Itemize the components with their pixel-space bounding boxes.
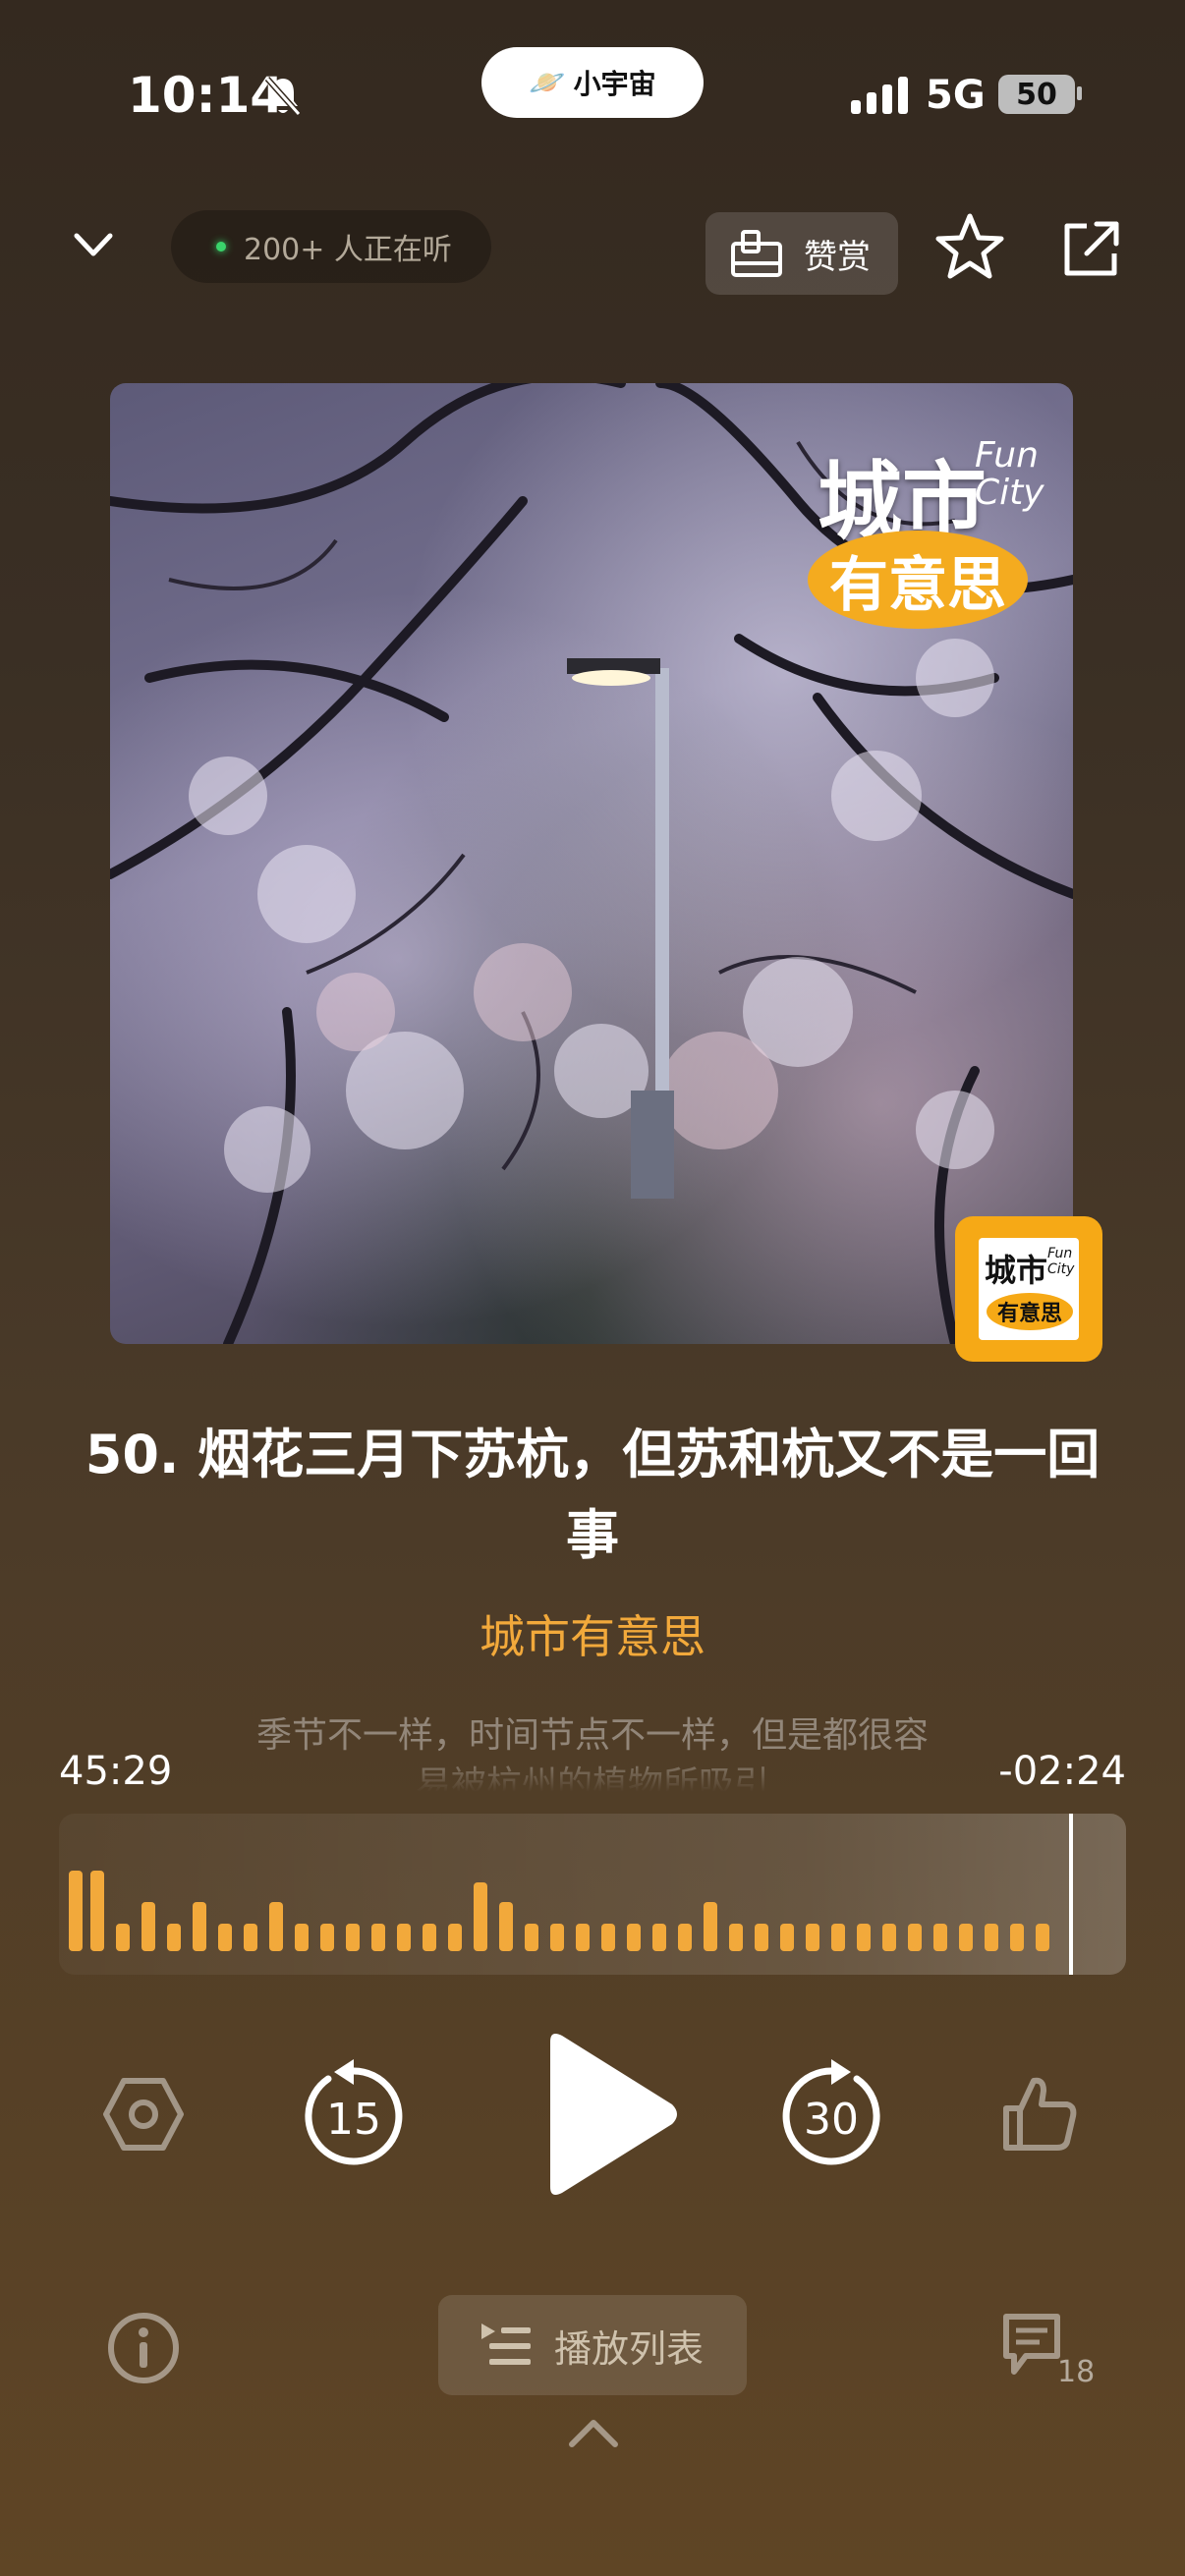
bell-muted-icon [264,77,302,116]
logo-subtitle: 有意思 [987,1293,1073,1330]
network-type: 5G [926,73,986,118]
app-name: 小宇宙 [573,68,656,100]
waveform-bar [499,1902,513,1951]
waveform-bar [704,1902,717,1951]
waveform-bar [857,1924,871,1951]
chevron-down-icon[interactable] [69,226,118,265]
signal-icon [851,77,908,114]
waveform-bar [652,1924,666,1951]
waveform-scrubber[interactable] [59,1814,1126,1975]
waveform-bar [474,1882,487,1951]
playlist-button[interactable]: 播放列表 [438,2295,747,2395]
waveform-bar [244,1924,257,1951]
logo-fun-city: Fun City [1047,1246,1074,1277]
play-icon [550,2034,677,2195]
listeners-pill[interactable]: 200+ 人正在听 [171,210,491,283]
logo-title: 城市 [985,1252,1048,1289]
waveform-bar [295,1924,309,1951]
podcast-logo-badge[interactable]: 城市 Fun City 有意思 [955,1216,1102,1362]
waveform-bar [397,1924,411,1951]
cover-fun-text: Fun [975,435,1039,476]
waveform-bar [959,1924,973,1951]
thumbs-up-icon [1003,2077,1077,2151]
listeners-count: 200+ 人正在听 [244,233,452,267]
waveform-bar [371,1924,385,1951]
waveform-bar [346,1924,360,1951]
tip-button[interactable]: 赞赏 [705,212,898,295]
waveform-bar [780,1924,794,1951]
battery-level: 50 [1016,77,1057,112]
waveform-bar [806,1924,819,1951]
play-button[interactable] [538,2028,682,2201]
skip-forward-30-button[interactable]: 30 [776,2057,886,2171]
waveform-bar [448,1924,462,1951]
waveform-bar [218,1924,232,1951]
status-time: 10:14 [128,67,285,124]
planet-icon: 🪐 [529,65,566,100]
waveform-bar [755,1924,768,1951]
star-icon[interactable] [933,210,1006,283]
comments-count: 18 [1057,2355,1095,2385]
playlist-icon [481,2324,531,2365]
waveform-bar [831,1924,845,1951]
like-button[interactable] [998,2073,1081,2156]
tip-label: 赞赏 [804,237,871,277]
dynamic-island-app[interactable]: 🪐 小宇宙 [481,47,704,118]
cover-city-text: City [975,473,1044,513]
episode-cover: 城市 Fun City 有意思 [110,383,1073,1344]
waveform-bar [90,1871,104,1951]
battery-icon: 50 [998,75,1075,114]
waveform-bar [729,1924,743,1951]
info-icon [108,2313,179,2383]
waveform-bar [116,1924,130,1951]
comment-icon: 18 [1003,2314,1095,2385]
waveform-bar [193,1902,206,1951]
cover-brand-subtitle: 有意思 [808,531,1028,629]
waveform-bar [69,1871,83,1951]
waveform-bar [576,1924,590,1951]
hexagon-settings-icon [103,2078,184,2151]
logo-city: City [1047,1261,1075,1277]
waveform-bar [320,1924,334,1951]
waveform-bar [908,1924,922,1951]
skip-back-15-button[interactable]: 15 [299,2057,409,2171]
skip-forward-label: 30 [804,2095,859,2145]
rewind-15-icon: 15 [305,2059,403,2165]
battery-tip [1077,86,1082,100]
waveform-bar [678,1924,692,1951]
live-dot [216,242,226,252]
chevron-up-icon[interactable] [566,2415,621,2450]
playlist-label: 播放列表 [554,2326,705,2371]
comments-button[interactable]: 18 [1000,2311,1095,2385]
waveform-bar [601,1924,615,1951]
waveform-bar [525,1924,538,1951]
waveform-bars [69,1871,1049,1951]
waveform-bar [1010,1924,1024,1951]
waveform-bar [423,1924,436,1951]
podcast-name[interactable]: 城市有意思 [0,1601,1185,1666]
waveform-bar [627,1924,641,1951]
elapsed-time: 45:29 [59,1749,173,1794]
waveform-bar [269,1902,283,1951]
waveform-bar [882,1924,896,1951]
playhead[interactable] [1069,1814,1073,1975]
tip-icon [731,230,782,277]
waveform-bar [550,1924,564,1951]
cover-brand-fun: Fun City [975,437,1044,512]
waveform-bar [1036,1924,1049,1951]
waveform-bar [933,1924,947,1951]
waveform-bar [167,1924,181,1951]
info-button[interactable] [106,2311,181,2385]
logo-fun: Fun [1047,1246,1073,1261]
remaining-time: -02:24 [998,1749,1126,1794]
skip-back-label: 15 [326,2095,381,2145]
waveform-bar [141,1902,155,1951]
settings-button[interactable] [102,2073,185,2156]
waveform-bar [985,1924,998,1951]
forward-30-icon: 30 [782,2059,880,2165]
episode-title: 50. 烟花三月下苏杭，但苏和杭又不是一回事 [85,1424,1100,1566]
logo-inner: 城市 Fun City 有意思 [979,1238,1079,1340]
share-icon[interactable] [1057,214,1126,283]
